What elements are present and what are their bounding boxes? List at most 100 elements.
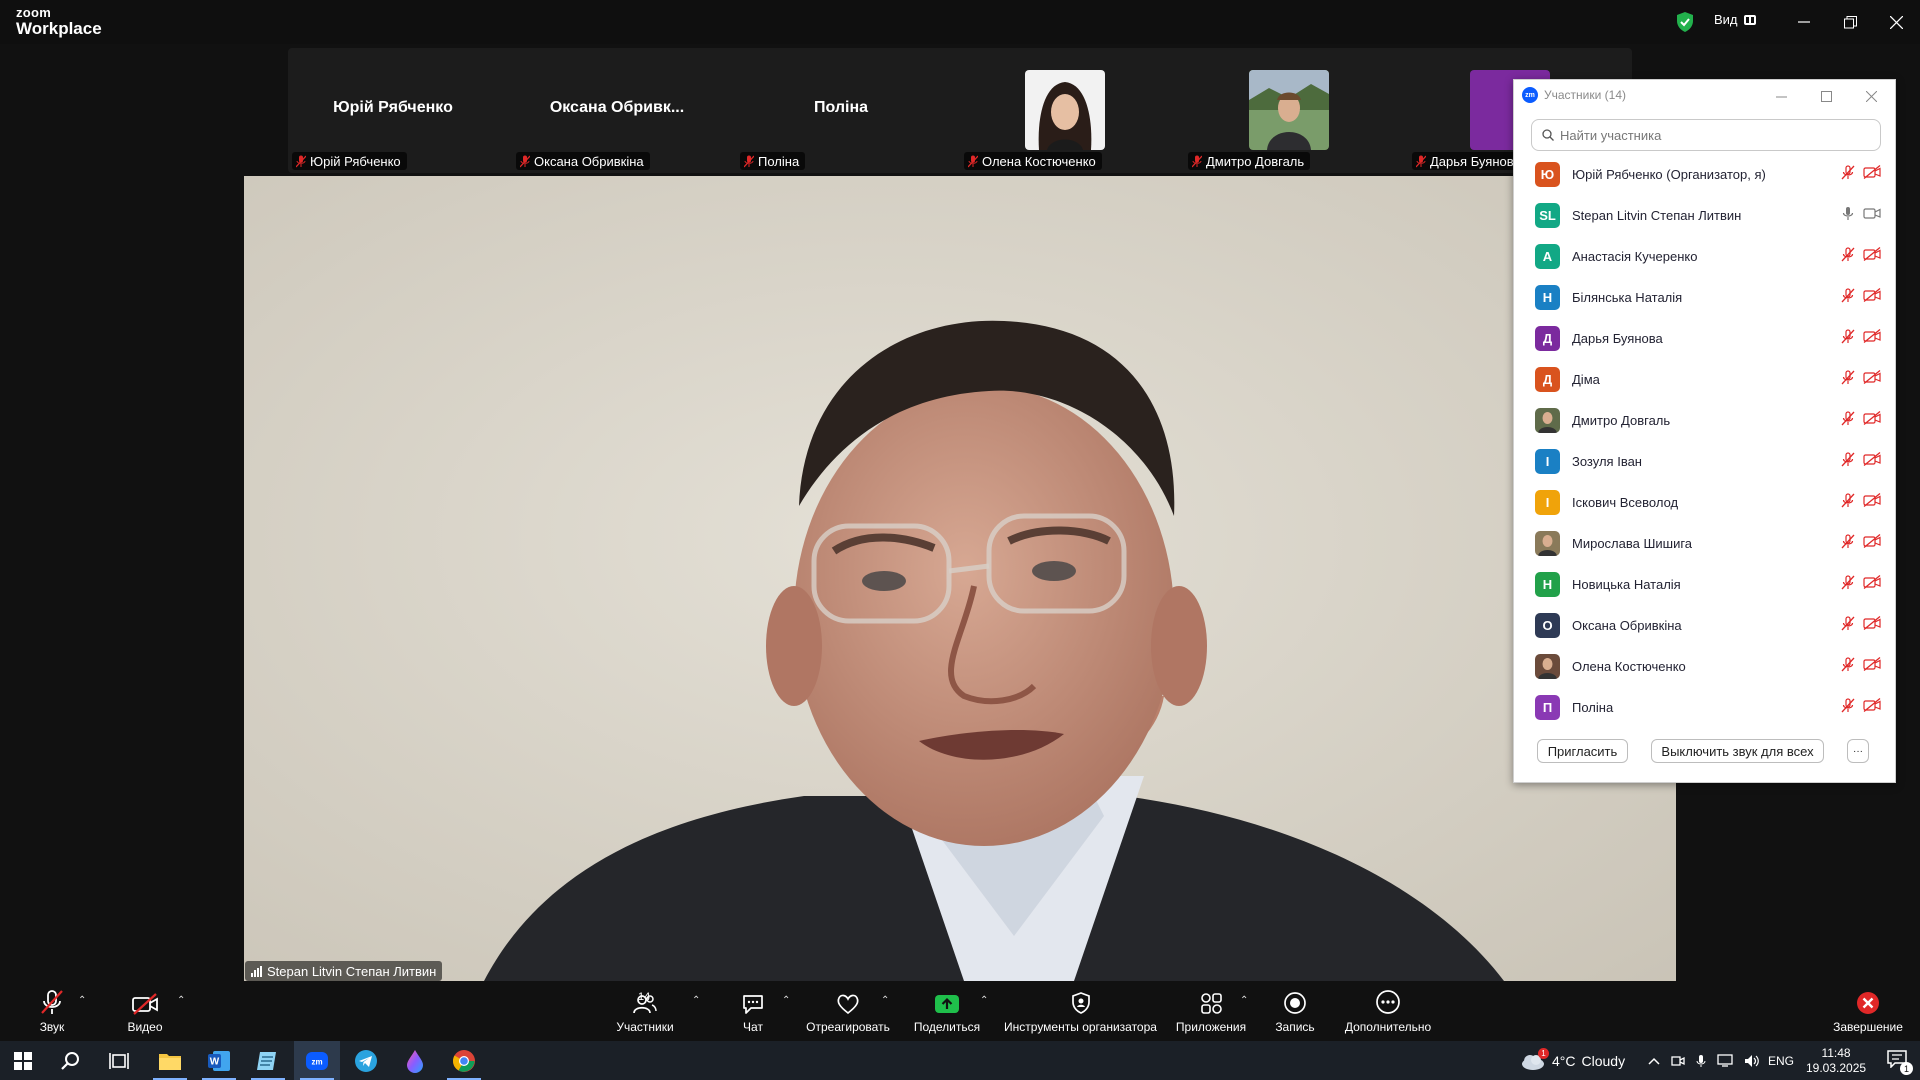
clock[interactable]: 11:48 19.03.2025 [1806, 1041, 1866, 1080]
mic-muted-icon[interactable] [1841, 533, 1855, 554]
audio-button[interactable]: Звук [33, 981, 71, 1041]
apps-options-chevron-icon[interactable]: ⌃ [1240, 995, 1248, 1006]
host-tools-button[interactable]: Инструменты организатора [1003, 981, 1158, 1041]
thumbnail-tile[interactable]: Олена Костюченко [960, 48, 1170, 173]
share-options-chevron-icon[interactable]: ⌃ [980, 995, 988, 1006]
active-speaker-video[interactable] [244, 176, 1676, 981]
end-meeting-button[interactable]: Завершение [1832, 981, 1904, 1041]
video-options-chevron-icon[interactable]: ⌃ [177, 995, 185, 1006]
mic-muted-icon[interactable] [1841, 492, 1855, 513]
video-off-icon[interactable] [1863, 697, 1881, 717]
video-on-icon[interactable] [1863, 206, 1881, 225]
thumbnail-tile[interactable]: Дмитро Довгаль [1184, 48, 1394, 173]
react-options-chevron-icon[interactable]: ⌃ [881, 995, 889, 1006]
more-options-button[interactable]: ··· [1847, 739, 1869, 763]
video-off-icon[interactable] [1863, 328, 1881, 348]
language-indicator[interactable]: ENG [1768, 1041, 1794, 1080]
taskbar-notepad[interactable] [245, 1041, 291, 1080]
participant-row[interactable]: О Оксана Обривкіна [1514, 605, 1895, 646]
active-speaker-name: Stepan Litvin Степан Литвин [267, 963, 437, 979]
taskbar-chrome[interactable] [441, 1041, 487, 1080]
participant-row[interactable]: Дмитро Довгаль [1514, 400, 1895, 441]
video-off-icon[interactable] [1863, 287, 1881, 307]
minimize-button[interactable] [1790, 8, 1818, 36]
participant-row[interactable]: Н Білянська Наталія [1514, 277, 1895, 318]
video-off-icon[interactable] [1863, 533, 1881, 553]
mic-muted-icon[interactable] [1841, 369, 1855, 390]
mic-muted-icon[interactable] [1841, 697, 1855, 718]
participant-row[interactable]: Олена Костюченко [1514, 646, 1895, 687]
video-off-icon[interactable] [1863, 369, 1881, 389]
panel-close-button[interactable] [1860, 86, 1882, 106]
video-off-icon[interactable] [1863, 492, 1881, 512]
mic-muted-icon[interactable] [1841, 328, 1855, 349]
invite-button[interactable]: Пригласить [1537, 739, 1628, 763]
participant-row[interactable]: Д Дарья Буянова [1514, 318, 1895, 359]
participant-row[interactable]: Н Новицька Наталія [1514, 564, 1895, 605]
host-tools-label: Инструменты организатора [1004, 1020, 1157, 1034]
apps-button[interactable]: Приложения [1174, 981, 1248, 1041]
video-off-icon[interactable] [1863, 656, 1881, 676]
participant-row[interactable]: І Зозуля Іван [1514, 441, 1895, 482]
mute-all-button[interactable]: Выключить звук для всех [1651, 739, 1824, 763]
notification-center-button[interactable]: 1 [1874, 1041, 1920, 1080]
participant-row[interactable]: А Анастасія Кучеренко [1514, 236, 1895, 277]
taskbar-search-button[interactable] [48, 1041, 94, 1080]
taskbar-file-explorer[interactable] [147, 1041, 193, 1080]
close-window-button[interactable] [1882, 8, 1910, 36]
panel-maximize-button[interactable] [1815, 86, 1837, 106]
volume-icon[interactable] [1744, 1054, 1760, 1068]
taskbar-drop-app[interactable] [392, 1041, 438, 1080]
more-button[interactable]: Дополнительно [1342, 981, 1434, 1041]
view-button[interactable]: Вид [1714, 12, 1756, 27]
panel-minimize-button[interactable] [1770, 86, 1792, 106]
audio-options-chevron-icon[interactable]: ⌃ [78, 995, 86, 1006]
video-off-icon[interactable] [1863, 410, 1881, 430]
participant-row[interactable]: Д Діма [1514, 359, 1895, 400]
mic-muted-icon[interactable] [1841, 656, 1855, 677]
mic-muted-icon[interactable] [1841, 410, 1855, 431]
video-off-icon[interactable] [1863, 615, 1881, 635]
taskbar-telegram[interactable] [343, 1041, 389, 1080]
task-view-button[interactable] [96, 1041, 142, 1080]
start-button[interactable] [0, 1041, 46, 1080]
mic-muted-icon[interactable] [1841, 164, 1855, 185]
react-button[interactable]: Отреагировать [805, 981, 891, 1041]
video-off-icon[interactable] [1863, 451, 1881, 471]
taskbar-zoom[interactable]: zm [294, 1041, 340, 1080]
taskbar-word[interactable]: W [196, 1041, 242, 1080]
restore-button[interactable] [1836, 8, 1864, 36]
participant-search-field[interactable]: Найти участника [1531, 119, 1881, 151]
chevron-up-icon[interactable] [1648, 1057, 1660, 1065]
mic-muted-icon[interactable] [1841, 287, 1855, 308]
thumbnail-tile[interactable]: Поліна Поліна [736, 48, 946, 173]
meet-now-icon[interactable] [1671, 1054, 1685, 1068]
participant-row[interactable]: І Іскович Всеволод [1514, 482, 1895, 523]
mic-muted-icon[interactable] [1841, 451, 1855, 472]
video-off-icon[interactable] [1863, 574, 1881, 594]
mic-muted-icon[interactable] [1841, 615, 1855, 636]
video-button[interactable]: Видео [124, 981, 166, 1041]
share-button[interactable]: Поделиться [912, 981, 982, 1041]
chat-button[interactable]: Чат [737, 981, 769, 1041]
participant-row[interactable]: Мирослава Шишига [1514, 523, 1895, 564]
thumbnail-tile[interactable]: Юрій Рябченко Юрій Рябченко [288, 48, 498, 173]
video-off-icon[interactable] [1863, 164, 1881, 184]
mic-muted-icon[interactable] [1841, 574, 1855, 595]
video-off-icon[interactable] [1863, 246, 1881, 266]
chat-options-chevron-icon[interactable]: ⌃ [782, 995, 790, 1006]
participants-button[interactable]: 14 Участники [610, 981, 680, 1041]
participant-avatar: SL [1535, 203, 1560, 228]
encryption-shield-icon[interactable] [1675, 11, 1695, 33]
weather-widget[interactable]: 1 4°C Cloudy [1520, 1041, 1625, 1080]
zoom-app-icon: zm [1522, 87, 1538, 103]
thumbnail-tile[interactable]: Оксана Обривк... Оксана Обривкіна [512, 48, 722, 173]
participant-row[interactable]: SL Stepan Litvin Степан Литвин [1514, 195, 1895, 236]
network-icon[interactable] [1717, 1054, 1733, 1067]
mic-on-icon[interactable] [1841, 206, 1855, 226]
participant-row[interactable]: Ю Юрій Рябченко (Организатор, я) [1514, 154, 1895, 195]
participants-options-chevron-icon[interactable]: ⌃ [692, 995, 700, 1006]
microphone-icon[interactable] [1696, 1054, 1706, 1068]
record-button[interactable]: Запись [1271, 981, 1319, 1041]
mic-muted-icon[interactable] [1841, 246, 1855, 267]
